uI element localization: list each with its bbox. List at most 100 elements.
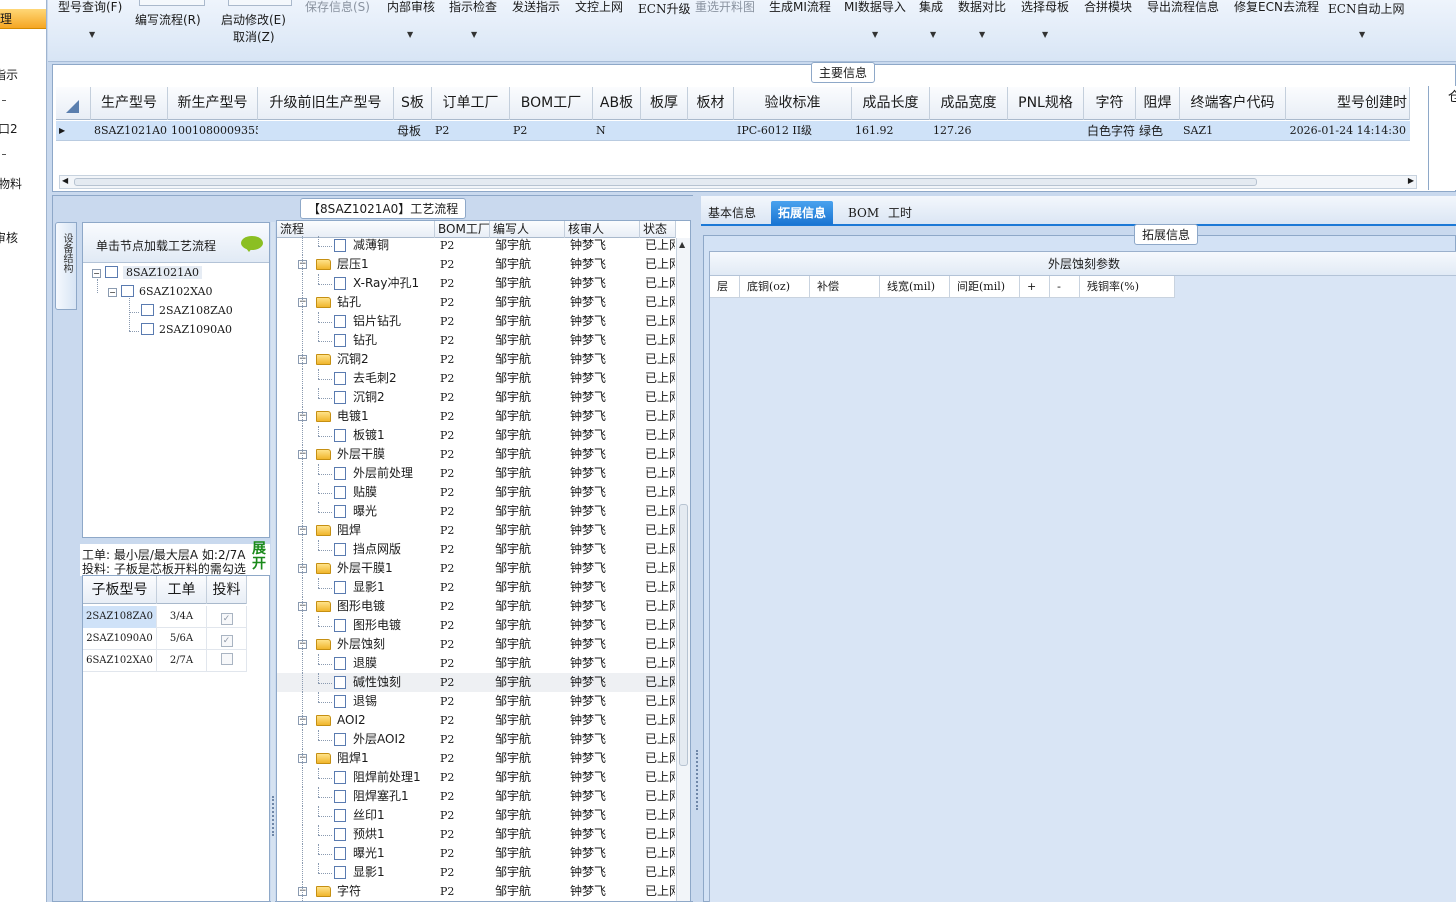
column-header[interactable]: 板厚 (641, 87, 688, 120)
feed-checkbox-cell[interactable]: ✓ (207, 628, 247, 650)
mi-data-import-button[interactable]: MI数据导入 (844, 0, 906, 15)
writer-cell[interactable]: 邹宇航 (495, 369, 565, 388)
bom-factory-cell[interactable]: P2 (440, 597, 490, 616)
reviewer-cell[interactable]: 钟梦飞 (570, 597, 640, 616)
save-info-button[interactable]: 保存信息(S) (305, 0, 370, 15)
status-cell[interactable]: 已上网 (645, 597, 675, 616)
process-name-cell[interactable]: 显影1 (353, 578, 434, 597)
cell-length[interactable]: 161.92 (852, 121, 930, 141)
bom-factory-cell[interactable]: P2 (440, 426, 490, 445)
bom-factory-cell[interactable]: P2 (440, 768, 490, 787)
bom-factory-cell[interactable]: P2 (440, 540, 490, 559)
reviewer-cell[interactable]: 钟梦飞 (570, 445, 640, 464)
bom-factory-cell[interactable]: P2 (440, 711, 490, 730)
chevron-down-icon[interactable]: ▼ (930, 30, 936, 39)
table-row[interactable]: −钻孔P2邹宇航钟梦飞已上网 (277, 293, 675, 312)
reviewer-cell[interactable]: 钟梦飞 (570, 369, 640, 388)
column-header[interactable]: 子板型号 (83, 576, 157, 604)
column-header[interactable]: 板材 (688, 87, 734, 120)
reviewer-cell[interactable]: 钟梦飞 (570, 293, 640, 312)
tree-node[interactable]: − 6SAZ102XA0 (108, 285, 213, 298)
process-name-cell[interactable]: 阻焊1 (337, 749, 434, 768)
tab-extended-info[interactable]: 拓展信息 (771, 201, 834, 225)
table-row[interactable]: −层压1P2邹宇航钟梦飞已上网 (277, 255, 675, 274)
reviewer-cell[interactable]: 钟梦飞 (570, 521, 640, 540)
generate-mi-flow-button[interactable]: 生成MI流程 (769, 0, 831, 15)
export-flow-info-button[interactable]: 导出流程信息 (1147, 0, 1219, 15)
status-cell[interactable]: 已上网 (645, 255, 675, 274)
bom-factory-cell[interactable]: P2 (440, 654, 490, 673)
status-cell[interactable]: 已上网 (645, 331, 675, 350)
reviewer-cell[interactable]: 钟梦飞 (570, 578, 640, 597)
column-header[interactable]: 升级前旧生产型号 (258, 87, 394, 120)
process-name-cell[interactable]: 外层干膜1 (337, 559, 434, 578)
table-row[interactable]: −阻焊1P2邹宇航钟梦飞已上网 (277, 749, 675, 768)
status-cell[interactable]: 已上网 (645, 426, 675, 445)
process-name-cell[interactable]: 阻焊 (337, 521, 434, 540)
writer-cell[interactable]: 邹宇航 (495, 673, 565, 692)
status-cell[interactable]: 已上网 (645, 521, 675, 540)
table-row[interactable]: 减薄铜 P2 邹宇航钟梦飞已上网 (277, 236, 675, 255)
writer-cell[interactable]: 邹宇航 (495, 787, 565, 806)
writer-cell[interactable]: 邹宇航 (495, 274, 565, 293)
column-header[interactable]: 间距(mil) (950, 276, 1020, 298)
writer-cell[interactable]: 邹宇航 (495, 388, 565, 407)
column-header[interactable]: 残铜率(%) (1080, 276, 1175, 298)
bom-factory-cell[interactable]: P2 (440, 407, 490, 426)
status-cell[interactable]: 已上网 (645, 882, 675, 901)
cell-character[interactable]: 白色字符 (1084, 121, 1136, 141)
process-name-cell[interactable]: 电镀1 (337, 407, 434, 426)
process-name-cell[interactable]: 板镀1 (353, 426, 434, 445)
chevron-down-icon[interactable]: ▼ (1042, 30, 1048, 39)
table-row[interactable]: −外层干膜1P2邹宇航钟梦飞已上网 (277, 559, 675, 578)
writer-cell[interactable]: 邹宇航 (495, 597, 565, 616)
integrate-button[interactable]: 集成 (919, 0, 943, 15)
bom-factory-cell[interactable]: P2 (440, 521, 490, 540)
column-header[interactable]: 验收标准 (734, 87, 852, 120)
table-row[interactable]: −电镀1P2邹宇航钟梦飞已上网 (277, 407, 675, 426)
bom-factory-cell[interactable]: P2 (440, 635, 490, 654)
process-name-cell[interactable]: 挡点网版 (353, 540, 434, 559)
column-header[interactable]: 订单工厂 (432, 87, 510, 120)
reviewer-cell[interactable]: 钟梦飞 (570, 350, 640, 369)
process-name-cell[interactable]: 减薄铜 (353, 236, 434, 255)
writer-cell[interactable]: 邹宇航 (495, 749, 565, 768)
column-header[interactable]: BOM工厂 (510, 87, 593, 120)
doc-control-online-button[interactable]: 文控上网 (575, 0, 623, 15)
reselect-cutting-chart-button[interactable]: 重选开料图 (695, 0, 755, 15)
reviewer-cell[interactable]: 钟梦飞 (570, 635, 640, 654)
status-cell[interactable]: 已上网 (645, 407, 675, 426)
cell-pnl-spec[interactable] (1008, 121, 1084, 141)
select-mother-board-button[interactable]: 选择母板 (1021, 0, 1069, 15)
status-cell[interactable]: 已上网 (645, 445, 675, 464)
reviewer-cell[interactable]: 钟梦飞 (570, 502, 640, 521)
reviewer-cell[interactable]: 钟梦飞 (570, 236, 640, 255)
status-cell[interactable]: 已上网 (645, 483, 675, 502)
reviewer-cell[interactable]: 钟梦飞 (570, 426, 640, 445)
column-header[interactable]: 新生产型号 (168, 87, 258, 120)
status-cell[interactable]: 已上网 (645, 787, 675, 806)
checkbox[interactable] (220, 653, 233, 665)
column-header[interactable]: 投料 (207, 576, 247, 604)
structure-vertical-tab[interactable]: 设备结构 (55, 222, 77, 310)
start-modify-button[interactable]: 启动修改(E) (221, 11, 286, 28)
model-query-button[interactable]: 型号查询(F) (58, 0, 122, 15)
writer-cell[interactable]: 邹宇航 (495, 350, 565, 369)
table-row[interactable]: 碱性蚀刻 P2 邹宇航钟梦飞已上网 (277, 673, 675, 692)
status-cell[interactable]: 已上网 (645, 616, 675, 635)
writer-cell[interactable]: 邹宇航 (495, 236, 565, 255)
send-instruction-button[interactable]: 发送指示 (512, 0, 560, 15)
vertical-scrollbar[interactable]: ▲ (676, 238, 690, 901)
chevron-down-icon[interactable]: ▼ (1359, 30, 1365, 39)
writer-cell[interactable]: 邹宇航 (495, 483, 565, 502)
status-cell[interactable]: 已上网 (645, 540, 675, 559)
column-header[interactable]: 线宽(mil) (880, 276, 950, 298)
sub-order-cell[interactable]: 2/7A (157, 650, 207, 672)
process-name-cell[interactable]: 贴膜 (353, 483, 434, 502)
bom-factory-cell[interactable]: P2 (440, 559, 490, 578)
bom-factory-cell[interactable]: P2 (440, 350, 490, 369)
table-row[interactable]: 去毛刺2 P2 邹宇航钟梦飞已上网 (277, 369, 675, 388)
status-cell[interactable]: 已上网 (645, 844, 675, 863)
writer-cell[interactable]: 邹宇航 (495, 730, 565, 749)
table-row[interactable]: ▶ 8SAZ1021A0 10010800093558 母板 P2 P2 N I… (56, 121, 1410, 141)
